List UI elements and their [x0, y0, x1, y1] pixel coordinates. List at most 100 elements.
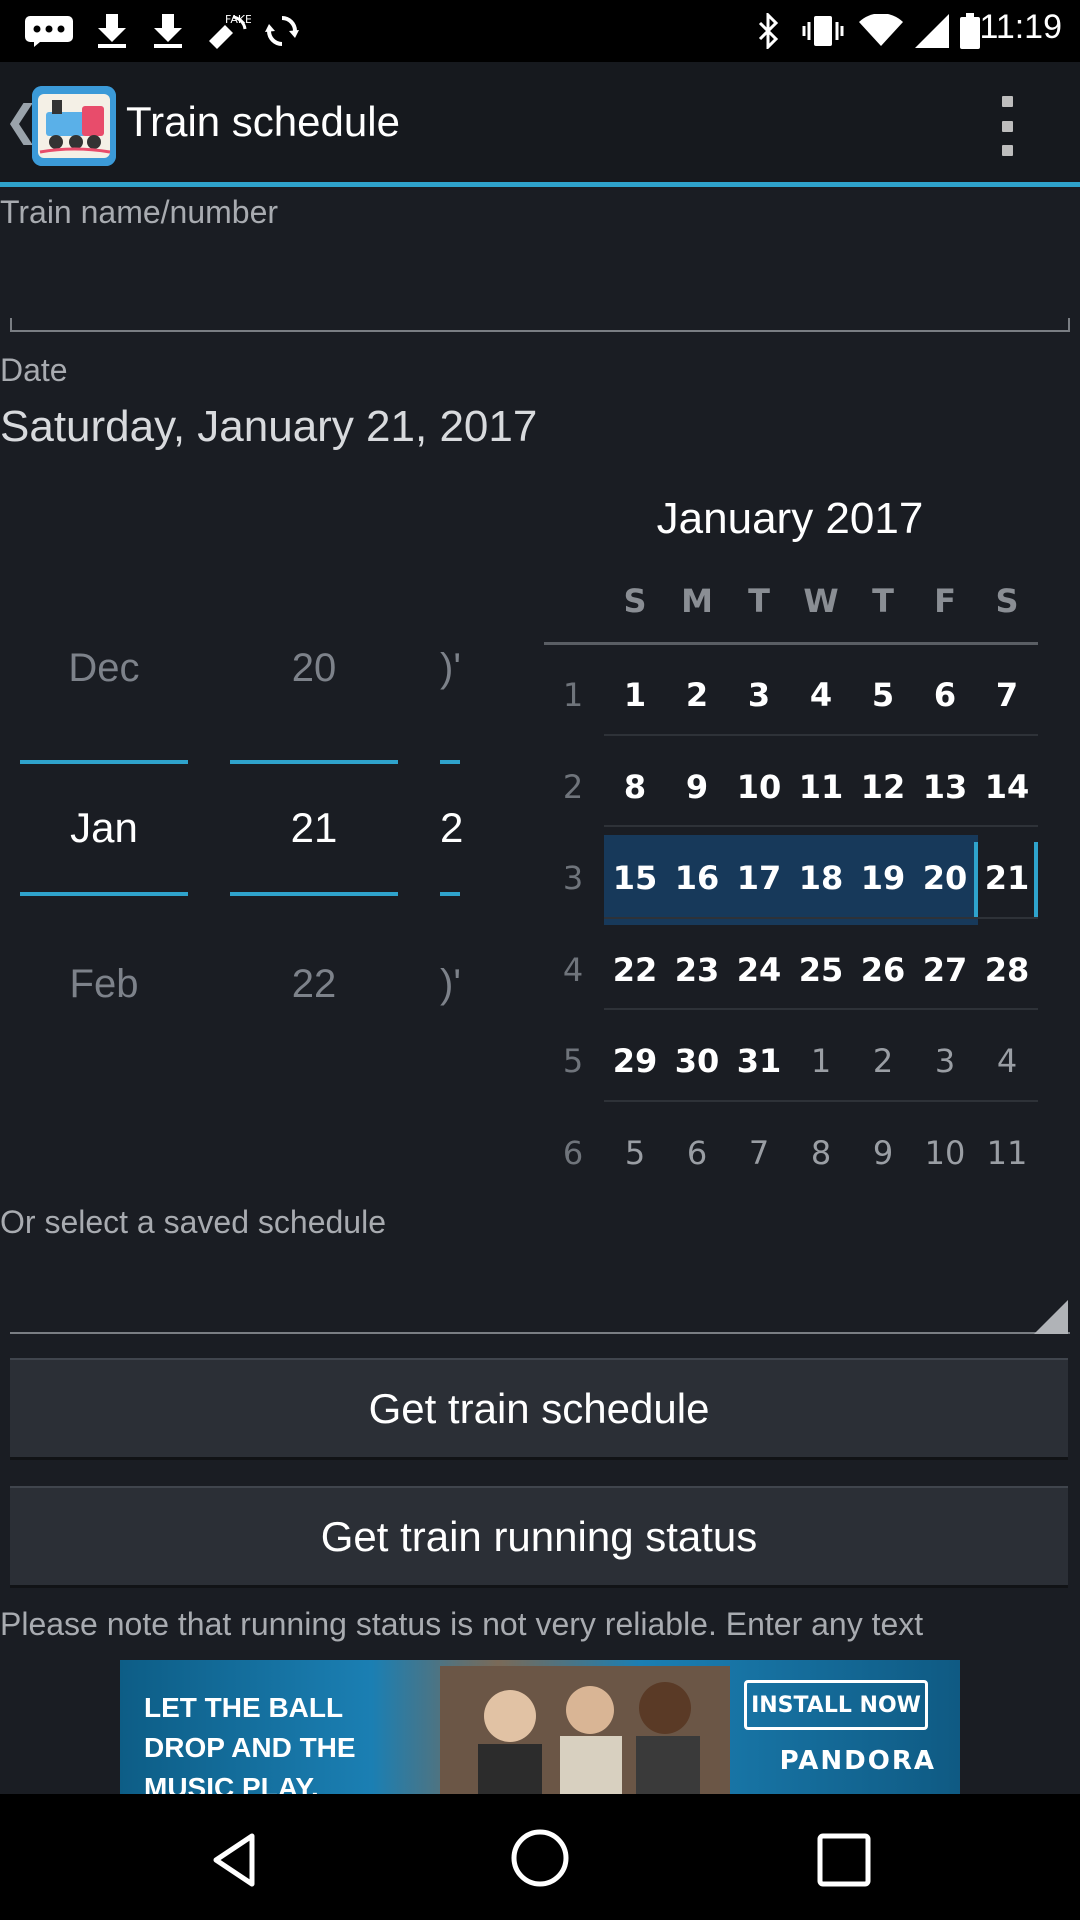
battery-icon: [958, 13, 982, 49]
calendar-day[interactable]: 4: [790, 676, 852, 714]
calendar-day[interactable]: 11: [976, 1134, 1038, 1172]
month-prev[interactable]: Dec: [20, 646, 188, 691]
signal-icon: [914, 14, 950, 48]
back-icon[interactable]: [206, 1830, 266, 1890]
day-selector-line: [230, 760, 398, 764]
week-number: 5: [562, 1042, 584, 1080]
calendar-day[interactable]: 7: [976, 676, 1038, 714]
calendar-day[interactable]: 25: [790, 951, 852, 989]
calendar-day[interactable]: 23: [666, 951, 728, 989]
weekday-label: S: [995, 582, 1019, 620]
calendar-day[interactable]: 24: [728, 951, 790, 989]
day-next[interactable]: 22: [230, 962, 398, 1007]
week-number: 4: [562, 951, 584, 989]
calendar-day[interactable]: 1: [604, 676, 666, 714]
calendar-day[interactable]: 29: [604, 1042, 666, 1080]
year-selector-line-bottom: [440, 892, 460, 896]
calendar-day[interactable]: 1: [790, 1042, 852, 1080]
calendar-day[interactable]: 27: [914, 951, 976, 989]
bluetooth-icon: [750, 13, 786, 49]
overflow-menu-icon[interactable]: [990, 96, 1024, 156]
year-next[interactable]: )': [440, 962, 462, 1007]
train-field-label: Train name/number: [0, 194, 279, 230]
calendar-day[interactable]: 13: [914, 768, 976, 806]
calendar-day[interactable]: 9: [852, 1134, 914, 1172]
month-next[interactable]: Feb: [20, 962, 188, 1007]
weekday-label: T: [872, 582, 894, 620]
calendar-day[interactable]: 28: [976, 951, 1038, 989]
train-icon[interactable]: [32, 86, 116, 166]
calendar-day[interactable]: 30: [666, 1042, 728, 1080]
calendar-day[interactable]: 11: [790, 768, 852, 806]
calendar-day[interactable]: 21: [976, 859, 1038, 897]
get-train-running-status-button[interactable]: Get train running status: [10, 1486, 1068, 1588]
calendar-day[interactable]: 18: [790, 859, 852, 897]
week-number: 6: [562, 1134, 584, 1172]
ad-install-button[interactable]: INSTALL NOW: [744, 1680, 928, 1730]
week-number: 1: [562, 676, 584, 714]
year-selector-line: [440, 760, 460, 764]
calendar-day[interactable]: 14: [976, 768, 1038, 806]
calendar-day[interactable]: 31: [728, 1042, 790, 1080]
saved-schedule-underline: [10, 1332, 1070, 1334]
date-value: Saturday, January 21, 2017: [0, 402, 538, 451]
calendar-day[interactable]: 3: [728, 676, 790, 714]
page-title: Train schedule: [126, 98, 400, 145]
calendar-row-divider: [604, 917, 1038, 919]
calendar-day[interactable]: 8: [604, 768, 666, 806]
weekday-label: S: [623, 582, 647, 620]
saved-schedule-label: Or select a saved schedule: [0, 1204, 386, 1240]
day-current[interactable]: 21: [230, 804, 398, 852]
ad-banner[interactable]: LET THE BALL DROP AND THE MUSIC PLAY. IN…: [120, 1660, 960, 1794]
month-selector-line-bottom: [20, 892, 188, 896]
status-bar: FAKE 11:19: [0, 0, 1080, 62]
month-current[interactable]: Jan: [20, 804, 188, 852]
calendar-day[interactable]: 8: [790, 1134, 852, 1172]
week-number: 3: [562, 859, 584, 897]
calendar-day[interactable]: 22: [604, 951, 666, 989]
calendar-day[interactable]: 6: [666, 1134, 728, 1172]
dropdown-arrow-icon[interactable]: [1034, 1300, 1068, 1334]
calendar-day[interactable]: 10: [914, 1134, 976, 1172]
train-name-input[interactable]: [10, 250, 1070, 330]
home-icon[interactable]: [508, 1826, 572, 1890]
input-tick-right: [1068, 318, 1070, 332]
calendar-day[interactable]: 6: [914, 676, 976, 714]
calendar-day[interactable]: 19: [852, 859, 914, 897]
calendar-day[interactable]: 12: [852, 768, 914, 806]
calendar-day[interactable]: 9: [666, 768, 728, 806]
calendar-header-divider: [544, 642, 1038, 645]
ad-headline: LET THE BALL DROP AND THE MUSIC PLAY.: [144, 1692, 356, 1794]
fake-gps-icon: FAKE: [200, 13, 254, 49]
clock: 11:19: [979, 8, 1062, 46]
calendar-day[interactable]: 2: [666, 676, 728, 714]
day-prev[interactable]: 20: [230, 646, 398, 691]
week-number: 2: [562, 768, 584, 806]
saved-schedule-dropdown[interactable]: [10, 1264, 1070, 1332]
calendar-row-divider: [604, 734, 1038, 736]
day-selector-line-bottom: [230, 892, 398, 896]
calendar-day[interactable]: 5: [604, 1134, 666, 1172]
calendar-day[interactable]: 16: [666, 859, 728, 897]
calendar-day[interactable]: 15: [604, 859, 666, 897]
weekday-label: T: [748, 582, 770, 620]
get-train-schedule-button[interactable]: Get train schedule: [10, 1358, 1068, 1460]
recents-icon[interactable]: [814, 1830, 874, 1890]
calendar-day[interactable]: 5: [852, 676, 914, 714]
year-prev[interactable]: )': [440, 646, 462, 691]
calendar-day[interactable]: 4: [976, 1042, 1038, 1080]
download-icon: [92, 14, 132, 48]
calendar-day[interactable]: 2: [852, 1042, 914, 1080]
ad-photo: [440, 1666, 730, 1794]
vibrate-icon: [800, 14, 846, 48]
date-spinner: Dec 20 )' Jan 21 2 Feb 22 )': [0, 620, 470, 1040]
calendar-day[interactable]: 3: [914, 1042, 976, 1080]
weekday-label: M: [681, 582, 713, 620]
calendar-day[interactable]: 10: [728, 768, 790, 806]
weekday-label: W: [803, 582, 839, 620]
year-current[interactable]: 2: [440, 804, 462, 852]
calendar-day[interactable]: 17: [728, 859, 790, 897]
calendar-day[interactable]: 20: [914, 859, 976, 897]
calendar-day[interactable]: 7: [728, 1134, 790, 1172]
calendar-day[interactable]: 26: [852, 951, 914, 989]
